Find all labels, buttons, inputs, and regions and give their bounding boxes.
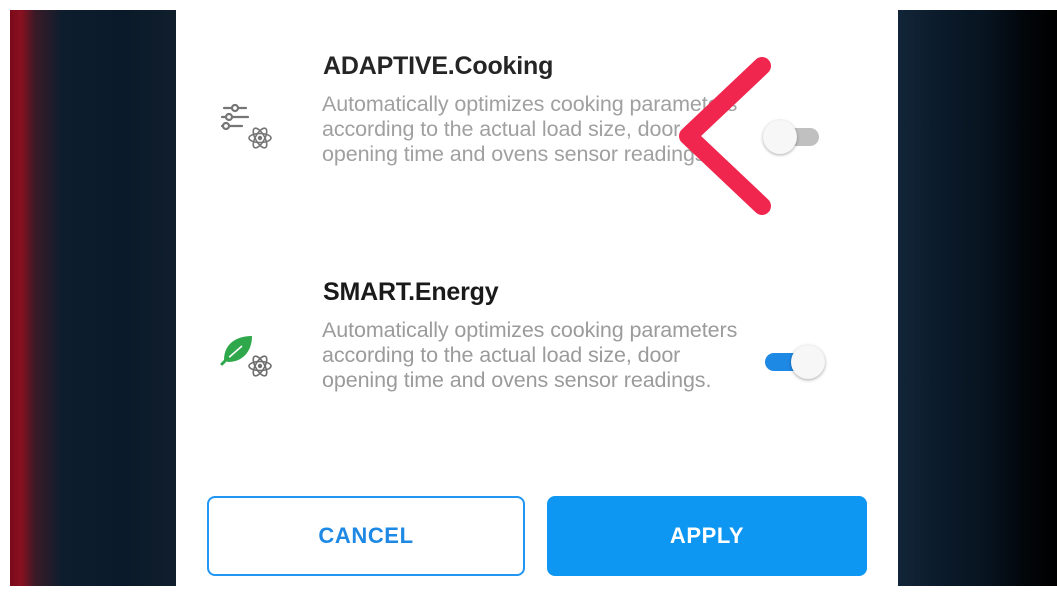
screen: ADAPTIVE.Cooking Automatically optimizes… bbox=[0, 0, 1057, 594]
background-left-blur bbox=[0, 0, 176, 594]
setting-title: SMART.Energy bbox=[323, 278, 499, 306]
toggle-knob bbox=[763, 120, 797, 154]
apply-button[interactable]: APPLY bbox=[547, 496, 867, 576]
cancel-button[interactable]: CANCEL bbox=[207, 496, 525, 576]
frame-top bbox=[0, 0, 1057, 10]
sliders-atom-icon bbox=[220, 102, 278, 158]
frame-bottom bbox=[0, 586, 1057, 594]
toggle-knob bbox=[791, 345, 825, 379]
setting-description: Automatically optimizes cooking paramete… bbox=[322, 318, 738, 392]
frame-edge bbox=[0, 0, 10, 594]
setting-title: ADAPTIVE.Cooking bbox=[323, 52, 554, 80]
smart-energy-toggle[interactable] bbox=[763, 345, 827, 379]
settings-dialog: ADAPTIVE.Cooking Automatically optimizes… bbox=[176, 0, 898, 594]
leaf-atom-icon bbox=[220, 330, 278, 386]
setting-row-smart-energy: SMART.Energy Automatically optimizes coo… bbox=[176, 278, 898, 448]
adaptive-cooking-toggle[interactable] bbox=[763, 120, 827, 154]
setting-description: Automatically optimizes cooking paramete… bbox=[322, 92, 738, 166]
background-right-blur bbox=[898, 0, 1057, 594]
setting-row-adaptive-cooking: ADAPTIVE.Cooking Automatically optimizes… bbox=[176, 52, 898, 222]
